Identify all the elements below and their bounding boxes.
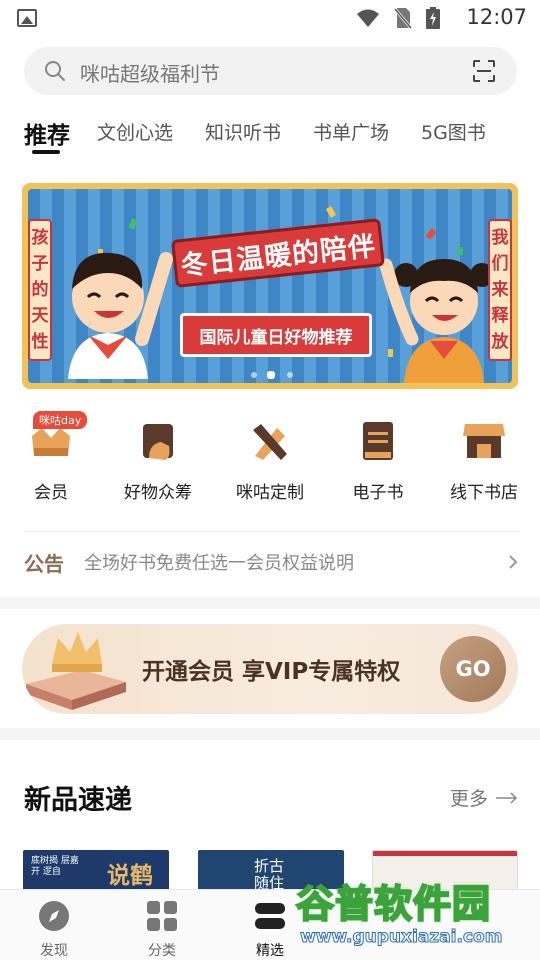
- tab-5g-books[interactable]: 5G图书: [421, 118, 486, 145]
- battery-charging-icon: [426, 7, 440, 29]
- arrow-right-icon: [496, 791, 518, 804]
- nav-category[interactable]: 分类: [132, 900, 192, 960]
- slogan-char: 子: [31, 253, 49, 274]
- wifi-icon: [357, 9, 379, 27]
- carousel-dot-active: [267, 371, 275, 379]
- scan-icon[interactable]: [473, 60, 495, 82]
- book-cover-small-text: 底树揭 层嘉开 逻自: [31, 856, 79, 877]
- banner-right-slogan: 我 们 来 释 放: [488, 219, 512, 361]
- quick-entry-custom[interactable]: 咪咕定制: [222, 408, 318, 503]
- nav-label: 精选: [256, 943, 284, 959]
- tab-creative[interactable]: 文创心选: [97, 118, 173, 145]
- slogan-char: 们: [491, 253, 509, 274]
- search-bar[interactable]: 咪咕超级福利节: [24, 47, 517, 95]
- quick-entry-label: 会员: [34, 483, 68, 503]
- slogan-char: 的: [31, 279, 49, 300]
- member-badge: 咪咕day: [33, 411, 88, 429]
- slogan-char: 来: [491, 279, 509, 300]
- tab-booklist[interactable]: 书单广场: [313, 118, 389, 145]
- slogan-char: 释: [491, 305, 509, 326]
- vip-go-button[interactable]: GO: [440, 636, 506, 702]
- quick-entry-label: 电子书: [352, 483, 404, 503]
- more-label: 更多: [449, 788, 488, 810]
- more-link[interactable]: 更多: [450, 784, 518, 811]
- vip-title: 开通会员 享VIP专属特权: [142, 659, 401, 685]
- featured-icon: [255, 903, 285, 929]
- custom-icon: [247, 418, 293, 464]
- carousel-dot: [251, 372, 257, 378]
- slogan-char: 性: [31, 331, 49, 352]
- book-cover[interactable]: 底树揭 层嘉开 逻自 说鹤: [23, 850, 169, 894]
- ebook-icon: [355, 418, 401, 464]
- section-gap: [0, 597, 540, 609]
- nav-label: 发现: [40, 943, 68, 959]
- tab-audiobook[interactable]: 知识听书: [205, 118, 281, 145]
- book-cover-title: 说鹤: [107, 862, 153, 889]
- chevron-right-icon: [509, 555, 518, 569]
- carousel-dot: [287, 372, 293, 378]
- crowdfunding-icon: [135, 418, 181, 464]
- vip-promo-card[interactable]: 开通会员 享VIP专属特权 GO: [22, 624, 518, 714]
- quick-entry-label: 好物众筹: [124, 483, 192, 503]
- book-cover-stripe: [373, 851, 517, 856]
- announcement-text: 全场好书免费任选一会员权益说明: [84, 553, 354, 574]
- book-cover[interactable]: [372, 850, 518, 894]
- slogan-char: 孩: [31, 227, 49, 248]
- announcement-tag: 公告: [24, 552, 64, 576]
- section-gap: [0, 728, 540, 740]
- status-icons: [356, 7, 440, 29]
- slogan-char: 我: [491, 227, 509, 248]
- announcement-bar[interactable]: 公告 全场好书免费任选一会员权益说明: [24, 546, 518, 580]
- slogan-char: 天: [31, 305, 49, 326]
- quick-entry-bookstore[interactable]: 线下书店: [436, 408, 532, 503]
- banner-left-slogan: 孩 子 的 天 性: [28, 219, 52, 361]
- slogan-char: 放: [491, 331, 509, 352]
- status-bar: 12:07: [0, 0, 540, 36]
- section-title: 新品速递: [24, 785, 132, 816]
- book-cover[interactable]: 折古 随住: [198, 850, 344, 894]
- nav-featured[interactable]: 精选: [240, 900, 300, 960]
- quick-entry-label: 线下书店: [450, 483, 518, 503]
- quick-entry-ebook[interactable]: 电子书: [330, 408, 426, 503]
- divider: [24, 531, 518, 532]
- banner-subtitle: 国际儿童日好物推荐: [199, 327, 353, 348]
- tab-recommend[interactable]: 推荐: [24, 116, 70, 150]
- no-sim-icon: [394, 8, 412, 29]
- quick-entry-crowdfunding[interactable]: 好物众筹: [110, 408, 206, 503]
- active-tab-indicator: [32, 150, 60, 154]
- quick-entry-member[interactable]: 咪咕day 会员: [3, 408, 99, 503]
- quick-entries: 咪咕day 会员 好物众筹 咪咕定制 电子书 线下书店: [0, 408, 540, 508]
- clock: 12:07: [466, 5, 527, 29]
- discover-icon: [39, 901, 69, 931]
- crown-book-icon: [26, 632, 126, 710]
- bookstore-icon: [461, 418, 507, 464]
- book-cover-title: 折古 随住: [254, 857, 285, 892]
- search-icon: [45, 61, 65, 81]
- nav-label: 分类: [148, 943, 176, 959]
- quick-entry-label: 咪咕定制: [236, 483, 304, 503]
- banner-subtitle-plate: 国际儿童日好物推荐: [180, 313, 372, 357]
- go-label: GO: [455, 657, 491, 681]
- nav-discover[interactable]: 发现: [24, 900, 84, 960]
- bottom-navigation: 发现 分类 精选: [0, 889, 540, 960]
- promo-banner[interactable]: 孩 子 的 天 性 我 们 来 释 放 冬日温暖的陪伴 国际儿童日好物推荐: [22, 183, 518, 389]
- category-icon: [147, 901, 177, 931]
- search-placeholder: 咪咕超级福利节: [80, 62, 220, 86]
- banner-background: 孩 子 的 天 性 我 们 来 释 放 冬日温暖的陪伴 国际儿童日好物推荐: [28, 189, 512, 383]
- gallery-notification-icon: [17, 9, 37, 27]
